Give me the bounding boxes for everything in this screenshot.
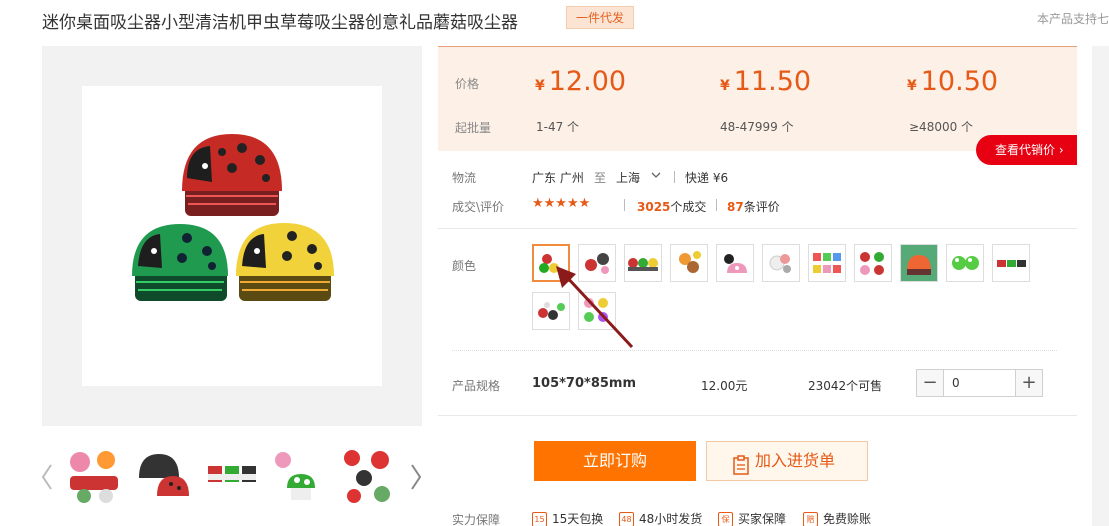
- guarantee-item-buyer[interactable]: 保买家保障: [718, 510, 786, 526]
- price-tier-3: ¥10.50: [907, 66, 999, 97]
- guarantee-label: 实力保障: [452, 513, 501, 526]
- support-note: 本产品支持七: [1037, 12, 1109, 26]
- exchange-icon: 15: [532, 512, 547, 526]
- annotation-arrow-icon: [556, 266, 634, 349]
- divider-line: [438, 415, 1077, 416]
- credit-icon: 赔: [803, 512, 818, 526]
- dropship-badge[interactable]: 一件代发: [566, 6, 635, 29]
- thumb-next-arrow-icon[interactable]: [409, 462, 423, 492]
- divider-line: [438, 228, 1077, 229]
- spec-value: 105*70*85mm: [532, 376, 637, 391]
- thumbnail-4[interactable]: [269, 444, 333, 508]
- spec-label: 产品规格: [452, 379, 501, 393]
- color-swatch-5[interactable]: [716, 244, 754, 282]
- view-distribution-price-button[interactable]: 查看代销价 ›: [976, 135, 1077, 165]
- range-tier-1: 1-47 个: [536, 120, 580, 134]
- add-to-cart-button[interactable]: 加入进货单: [706, 441, 868, 481]
- product-title: 迷你桌面吸尘器小型清洁机甲虫草莓吸尘器创意礼品蘑菇吸尘器: [42, 13, 518, 33]
- price-label: 价格: [455, 77, 480, 91]
- guarantee-item-credit[interactable]: 赔免费赊账: [803, 510, 871, 526]
- range-tier-2: 48-47999 个: [720, 120, 794, 134]
- ship-to-select[interactable]: 上海: [616, 169, 640, 186]
- color-swatch-7[interactable]: [808, 244, 846, 282]
- add-to-cart-label: 加入进货单: [755, 451, 836, 470]
- color-swatch-9[interactable]: [900, 244, 938, 282]
- divider: [674, 171, 675, 183]
- color-swatch-6[interactable]: [762, 244, 800, 282]
- shield-icon: 保: [718, 512, 733, 526]
- buy-now-button[interactable]: 立即订购: [534, 441, 696, 481]
- main-image-frame[interactable]: [42, 46, 422, 426]
- chevron-down-icon[interactable]: [650, 168, 662, 187]
- price-tier-2: ¥11.50: [720, 66, 812, 97]
- price-tier-1: ¥12.00: [535, 66, 627, 97]
- main-product-image: [82, 86, 382, 386]
- green-ladybug-illustration: [132, 224, 228, 301]
- shipping-fee: 快递 ¥6: [685, 171, 729, 185]
- price-panel: 价格 起批量 ¥12.00 ¥11.50 ¥10.50 1-47 个 48-47…: [438, 46, 1077, 151]
- range-tier-3: ≥48000 个: [909, 120, 974, 134]
- logistics-label: 物流: [452, 171, 477, 185]
- right-scroll-strip: [1092, 46, 1109, 526]
- red-ladybug-illustration: [182, 134, 282, 216]
- color-swatch-10[interactable]: [946, 244, 984, 282]
- spec-stock: 23042个可售: [808, 379, 883, 393]
- color-swatch-8[interactable]: [854, 244, 892, 282]
- review-count[interactable]: 87条评价: [727, 198, 780, 215]
- clipboard-icon: [733, 451, 749, 489]
- spec-price: 12.00元: [701, 379, 748, 393]
- shipping-icon: 48: [619, 512, 634, 526]
- quantity-plus-button[interactable]: +: [1015, 370, 1042, 396]
- rating-stars: ★★★★★: [532, 196, 591, 211]
- yellow-ladybug-illustration: [236, 223, 334, 301]
- quantity-input[interactable]: [945, 370, 1015, 396]
- deal-count[interactable]: 3025个成交: [637, 198, 706, 215]
- thumbnail-3[interactable]: [200, 444, 264, 508]
- thumbnail-2[interactable]: [131, 444, 195, 508]
- moq-label: 起批量: [455, 121, 492, 135]
- dotted-divider: [452, 350, 1057, 351]
- color-swatch-11[interactable]: [992, 244, 1030, 282]
- color-label: 颜色: [452, 259, 477, 273]
- quantity-stepper: − +: [916, 369, 1043, 397]
- thumbnail-1[interactable]: [62, 444, 126, 508]
- trade-label: 成交\评价: [452, 200, 505, 214]
- divider: [624, 199, 625, 211]
- quantity-minus-button[interactable]: −: [917, 370, 944, 396]
- thumb-prev-arrow-icon[interactable]: [40, 462, 54, 492]
- thumbnail-5[interactable]: [338, 444, 402, 508]
- color-swatch-4[interactable]: [670, 244, 708, 282]
- ship-to-word: 至: [594, 171, 607, 185]
- ship-from: 广东 广州: [532, 171, 584, 185]
- guarantee-item-15day[interactable]: 15 15天包换: [532, 510, 603, 526]
- guarantee-item-48h[interactable]: 48 48小时发货: [619, 510, 702, 526]
- divider: [716, 199, 717, 211]
